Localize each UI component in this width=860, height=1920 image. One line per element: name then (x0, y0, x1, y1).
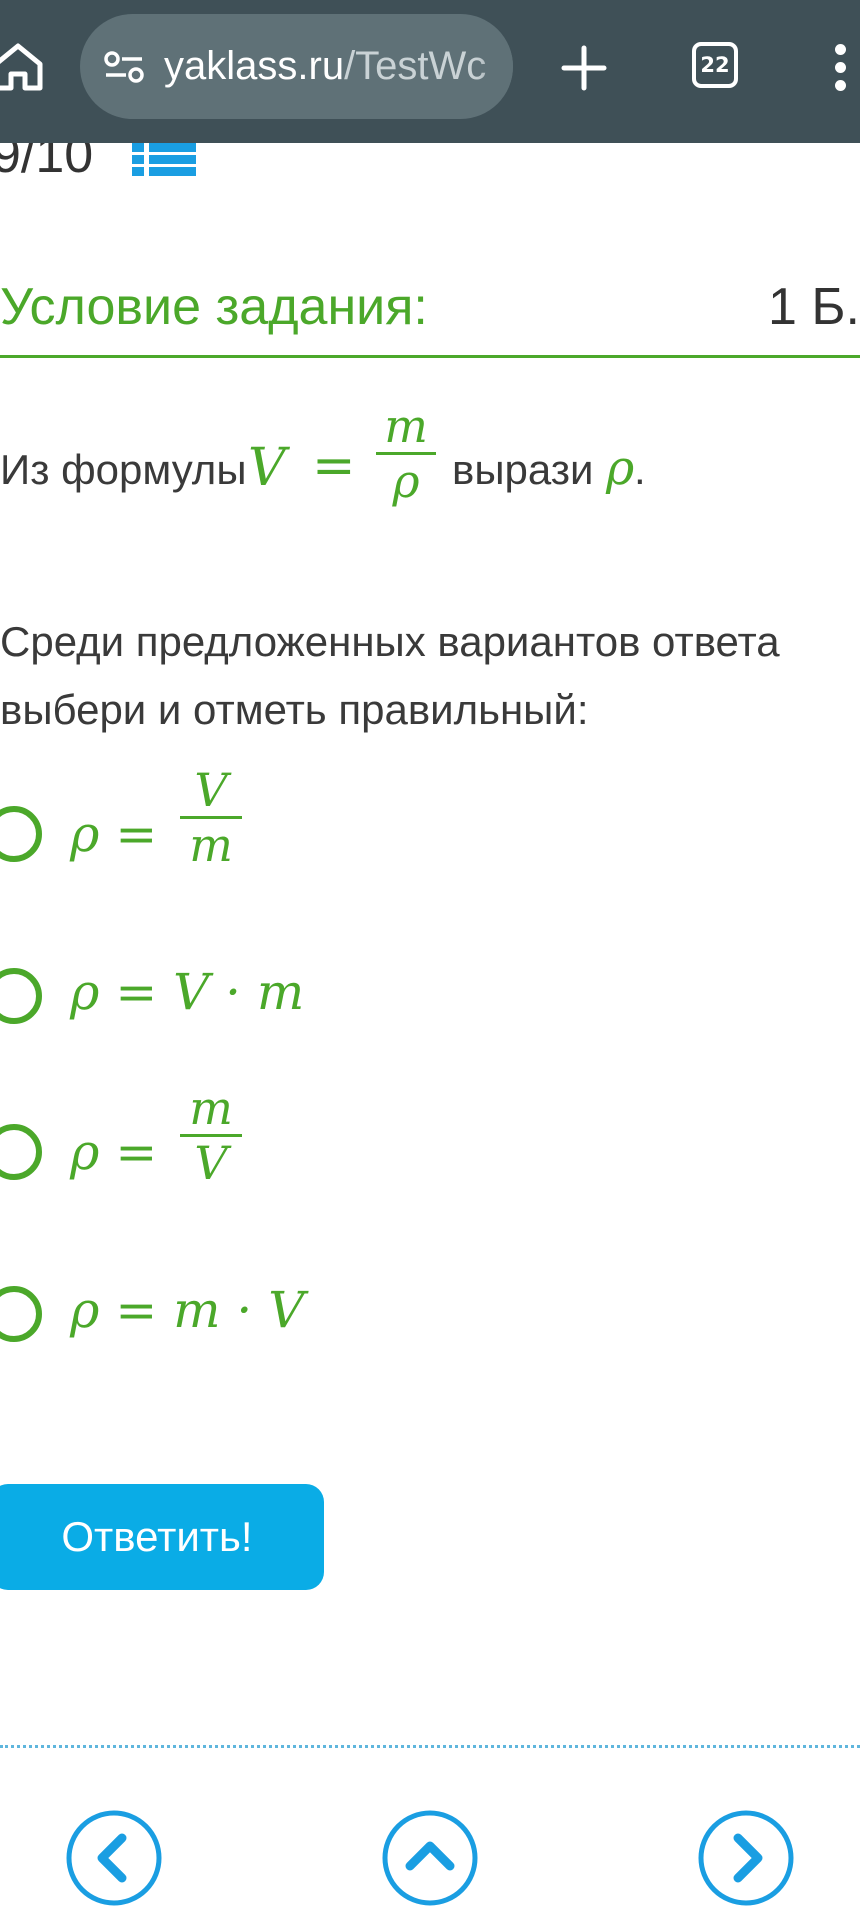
formula-numerator: m (384, 399, 428, 453)
option-var: ρ (70, 1123, 100, 1181)
answer-option[interactable]: ρ = V m (0, 764, 860, 904)
radio-button[interactable] (0, 968, 42, 1024)
formula-prefix: Из формулы (0, 446, 247, 493)
task-statement: Из формулы V = m ρ вырази ρ . (0, 400, 860, 540)
next-button[interactable] (696, 1808, 796, 1908)
address-bar[interactable]: yaklass.ru/TestWc (80, 14, 513, 119)
statement-period: . (634, 446, 646, 493)
answer-option[interactable]: ρ = m · V (0, 1276, 860, 1416)
instruction-line: выбери и отметь правильный: (0, 686, 589, 733)
option-fraction: V m (180, 764, 242, 871)
previous-button[interactable] (64, 1808, 164, 1908)
option-denominator: V (194, 1136, 228, 1190)
formula-suffix: вырази (452, 446, 594, 493)
option-var: ρ (70, 963, 100, 1021)
task-title: Условие задания: (0, 278, 428, 336)
list-line (149, 167, 196, 176)
chevron-left-icon (66, 1810, 162, 1906)
url-fade (477, 14, 513, 119)
option-rhs: V · m (173, 963, 305, 1021)
radio-button[interactable] (0, 1286, 42, 1342)
new-tab-button[interactable] (556, 40, 612, 96)
option-eq: = (115, 805, 158, 863)
option-fraction: m V (180, 1082, 242, 1189)
option-rhs: m · V (173, 1281, 305, 1339)
option-expression: ρ = m · V (70, 1280, 304, 1340)
tab-count: 22 (700, 53, 730, 77)
formula-denominator: ρ (392, 454, 420, 508)
url-host: yaklass.ru (164, 44, 345, 88)
list-bullet (132, 143, 144, 152)
new-tab-icon (561, 45, 607, 91)
browser-toolbar: yaklass.ru/TestWc 22 (0, 0, 860, 143)
answer-option[interactable]: ρ = m V (0, 1082, 860, 1222)
home-button[interactable] (0, 38, 46, 94)
list-line (149, 143, 196, 152)
chevron-right-icon (698, 1810, 794, 1906)
instruction: Среди предложенных вариантов ответа выбе… (0, 608, 860, 744)
more-menu-icon[interactable] (826, 44, 856, 92)
submit-button[interactable]: Ответить! (0, 1484, 324, 1590)
instruction-line: Среди предложенных вариантов ответа (0, 618, 780, 665)
radio-button[interactable] (0, 806, 42, 862)
option-var: ρ (70, 1281, 100, 1339)
url-text: yaklass.ru/TestWc (164, 41, 486, 91)
option-numerator: V (194, 763, 228, 817)
option-lhs: ρ = (70, 804, 157, 864)
formula-lhs: V (248, 438, 286, 498)
option-denominator: m (189, 818, 233, 872)
list-bullet (132, 167, 144, 176)
list-bullet (132, 155, 144, 164)
scroll-up-button[interactable] (380, 1808, 480, 1908)
formula-fraction: m ρ (376, 400, 436, 507)
option-var: ρ (70, 805, 100, 863)
answer-option[interactable]: ρ = V · m (0, 958, 860, 1098)
option-eq: = (115, 1123, 158, 1181)
target-variable: ρ (606, 440, 635, 496)
menu-dot (835, 62, 846, 73)
list-line (149, 155, 196, 164)
progress-counter: 9/10 (0, 143, 94, 183)
tab-switcher-icon[interactable]: 22 (692, 42, 738, 88)
radio-button[interactable] (0, 1124, 42, 1180)
site-settings-icon (104, 51, 144, 83)
option-eq: = (115, 1281, 158, 1339)
url-path: /TestWc (344, 44, 487, 88)
progress-row: 9/10 (0, 143, 860, 183)
task-points: 1 Б. (768, 278, 860, 336)
menu-dot (835, 80, 846, 91)
menu-dot (835, 44, 846, 55)
option-eq: = (115, 963, 158, 1021)
chevron-up-icon (382, 1810, 478, 1906)
option-expression: ρ = V · m (70, 962, 304, 1022)
dotted-divider (0, 1745, 860, 1748)
title-divider (0, 355, 860, 358)
list-icon[interactable] (132, 143, 196, 177)
option-numerator: m (189, 1081, 233, 1135)
home-icon (0, 43, 43, 91)
option-lhs: ρ = (70, 1122, 157, 1182)
formula-eq: = (312, 436, 356, 496)
